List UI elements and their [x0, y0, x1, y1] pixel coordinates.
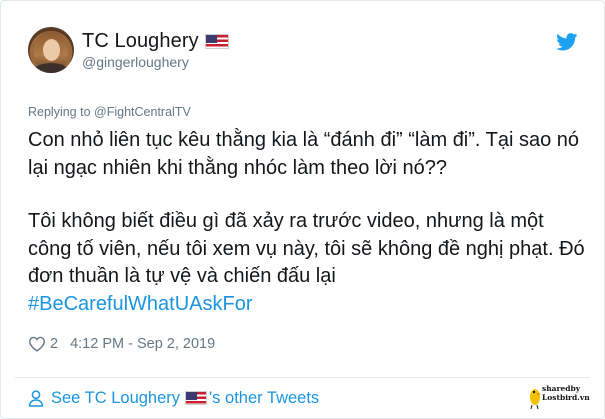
us-flag-icon: [204, 33, 229, 49]
twitter-bird-icon[interactable]: [556, 33, 578, 51]
footer-divider: [15, 377, 590, 378]
tweet-meta: 2 4:12 PM - Sep 2, 2019: [28, 334, 215, 354]
tweet-paragraph-1: Con nhỏ liên tục kêu thằng kia là “đánh …: [28, 129, 580, 179]
tweet-paragraph-2: Tôi không biết điều gì đã xảy ra trước v…: [28, 210, 585, 287]
see-other-tweets-link[interactable]: See TC Loughery 's other Tweets: [28, 387, 319, 409]
tweet-card: TC Loughery @gingerloughery Replying to …: [0, 0, 605, 419]
tweet-timestamp[interactable]: 4:12 PM - Sep 2, 2019: [70, 336, 215, 352]
watermark-logo: sharedby Lostbird.vn: [528, 382, 598, 416]
reply-prefix: Replying to: [28, 105, 91, 119]
reply-context: Replying to @FightCentralTV: [28, 105, 191, 119]
hashtag-link[interactable]: #BeCarefulWhatUAskFor: [28, 291, 588, 319]
footer-prefix[interactable]: See TC Loughery: [51, 389, 180, 408]
author-handle[interactable]: @gingerloughery: [82, 54, 189, 70]
avatar-face: [43, 39, 60, 61]
avatar[interactable]: [28, 27, 74, 73]
reply-to-handle-link[interactable]: @FightCentralTV: [94, 105, 191, 119]
watermark-text: sharedby Lostbird.vn: [542, 384, 590, 402]
author-name-row[interactable]: TC Loughery: [82, 29, 229, 53]
tweet-text: Con nhỏ liên tục kêu thằng kia là “đánh …: [28, 127, 588, 318]
user-icon: [28, 389, 44, 407]
heart-icon[interactable]: [28, 336, 46, 352]
footer-suffix[interactable]: 's other Tweets: [209, 389, 319, 408]
like-count[interactable]: 2: [50, 336, 58, 352]
lostbird-logo-icon: [530, 389, 541, 409]
us-flag-icon: [185, 391, 208, 405]
author-display-name[interactable]: TC Loughery: [82, 30, 199, 53]
